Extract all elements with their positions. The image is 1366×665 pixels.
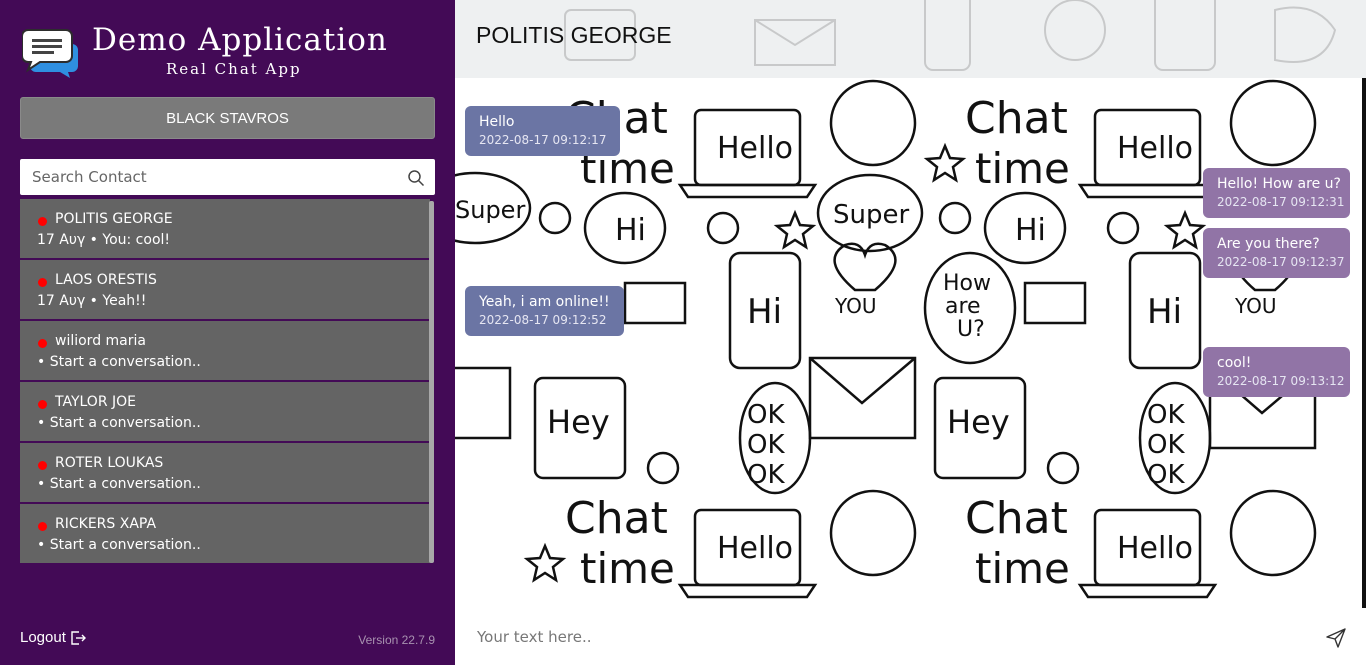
message-composer bbox=[455, 608, 1366, 665]
message-text: Are you there? bbox=[1217, 236, 1320, 252]
svg-text:Hello: Hello bbox=[717, 131, 793, 166]
message-text: Hello! How are u? bbox=[1217, 176, 1341, 192]
sidebar: Demo Application Real Chat App BLACK STA… bbox=[0, 0, 455, 665]
contact-name: LAOS ORESTIS bbox=[55, 272, 157, 288]
search-icon[interactable] bbox=[407, 169, 425, 187]
send-icon[interactable] bbox=[1326, 628, 1346, 648]
svg-text:time: time bbox=[580, 544, 675, 593]
svg-text:YOU: YOU bbox=[834, 294, 877, 318]
chat-title: POLITIS GEORGE bbox=[476, 22, 672, 48]
svg-text:Hi: Hi bbox=[1015, 213, 1046, 248]
contact-item-laos-orestis[interactable]: LAOS ORESTIS 17 Αυγ • Yeah!! bbox=[20, 260, 430, 319]
chat-scroll-edge bbox=[1362, 78, 1366, 608]
svg-text:time: time bbox=[975, 144, 1070, 193]
status-dot bbox=[38, 400, 47, 409]
search-input[interactable] bbox=[20, 159, 395, 195]
doodle-background: Chat time Chat time Chat time Chat time … bbox=[455, 79, 1317, 599]
svg-text:How: How bbox=[943, 271, 991, 296]
message-bubble-outgoing: Are you there? 2022-08-17 09:12:37 bbox=[1203, 228, 1350, 278]
contact-item-rickers-xapa[interactable]: RICKERS XAPA • Start a conversation.. bbox=[20, 504, 430, 563]
contact-last-message: • Start a conversation.. bbox=[37, 415, 201, 431]
svg-text:Hey: Hey bbox=[947, 403, 1010, 441]
contact-name: wiliord maria bbox=[55, 333, 146, 349]
version-label: Version 22.7.9 bbox=[358, 633, 435, 647]
search-box bbox=[20, 159, 435, 195]
current-user-button[interactable]: BLACK STAVROS bbox=[20, 97, 435, 139]
status-dot bbox=[38, 339, 47, 348]
contact-item-taylor-joe[interactable]: TAYLOR JOE • Start a conversation.. bbox=[20, 382, 430, 441]
message-bubble-incoming: Hello 2022-08-17 09:12:17 bbox=[465, 106, 621, 156]
logout-icon bbox=[71, 630, 86, 645]
contact-name: POLITIS GEORGE bbox=[55, 211, 173, 227]
svg-text:Chat: Chat bbox=[565, 493, 668, 544]
message-text: Yeah, i am online!! bbox=[479, 294, 610, 310]
logout-button[interactable]: Logout bbox=[20, 629, 87, 646]
svg-text:OK: OK bbox=[747, 460, 785, 490]
svg-text:OK: OK bbox=[1147, 430, 1185, 460]
svg-text:Super: Super bbox=[833, 200, 909, 230]
svg-text:Hi: Hi bbox=[1147, 292, 1182, 332]
svg-text:Hi: Hi bbox=[615, 213, 646, 248]
message-time: 2022-08-17 09:12:17 bbox=[479, 133, 607, 147]
svg-text:Chat: Chat bbox=[965, 93, 1068, 144]
status-dot bbox=[38, 217, 47, 226]
contact-last-message: • Start a conversation.. bbox=[37, 537, 201, 553]
message-text: Hello bbox=[479, 114, 515, 130]
logout-label: Logout bbox=[20, 629, 66, 646]
contact-item-politis-george[interactable]: POLITIS GEORGE 17 Αυγ • You: cool! bbox=[20, 199, 430, 258]
message-time: 2022-08-17 09:12:52 bbox=[479, 313, 607, 327]
app-subtitle: Real Chat App bbox=[166, 60, 302, 78]
svg-text:OK: OK bbox=[1147, 400, 1185, 430]
status-dot bbox=[38, 278, 47, 287]
contact-name: RICKERS XAPA bbox=[55, 516, 157, 532]
svg-text:OK: OK bbox=[747, 400, 785, 430]
message-bubble-outgoing: Hello! How are u? 2022-08-17 09:12:31 bbox=[1203, 168, 1350, 218]
status-dot bbox=[38, 461, 47, 470]
message-time: 2022-08-17 09:12:31 bbox=[1217, 195, 1345, 209]
contact-name: ROTER LOUKAS bbox=[55, 455, 164, 471]
contact-last-message: 17 Αυγ • You: cool! bbox=[37, 232, 171, 248]
svg-text:Hello: Hello bbox=[1117, 531, 1193, 566]
svg-text:Hello: Hello bbox=[717, 531, 793, 566]
contact-last-message: • Start a conversation.. bbox=[37, 354, 201, 370]
chat-header: POLITIS GEORGE bbox=[455, 0, 1366, 78]
contact-name: TAYLOR JOE bbox=[55, 394, 136, 410]
svg-text:Hi: Hi bbox=[747, 292, 782, 332]
svg-text:time: time bbox=[975, 544, 1070, 593]
app-title: Demo Application bbox=[92, 22, 388, 58]
contact-list: POLITIS GEORGE 17 Αυγ • You: cool! LAOS … bbox=[20, 199, 435, 565]
message-time: 2022-08-17 09:13:12 bbox=[1217, 374, 1345, 388]
message-input[interactable] bbox=[455, 608, 1315, 665]
contact-list-scrollbar[interactable] bbox=[429, 201, 434, 563]
contact-last-message: • Start a conversation.. bbox=[37, 476, 201, 492]
svg-text:U?: U? bbox=[957, 317, 985, 342]
chat-bubbles-icon bbox=[22, 29, 78, 78]
chat-messages: Chat time Chat time Chat time Chat time … bbox=[455, 78, 1362, 608]
contact-item-roter-loukas[interactable]: ROTER LOUKAS • Start a conversation.. bbox=[20, 443, 430, 502]
svg-text:Chat: Chat bbox=[965, 493, 1068, 544]
svg-text:Hey: Hey bbox=[547, 403, 610, 441]
contact-item-wiliord-maria[interactable]: wiliord maria • Start a conversation.. bbox=[20, 321, 430, 380]
contact-last-message: 17 Αυγ • Yeah!! bbox=[37, 293, 147, 309]
svg-text:Super: Super bbox=[455, 196, 525, 224]
message-bubble-outgoing: cool! 2022-08-17 09:13:12 bbox=[1203, 347, 1350, 397]
svg-text:are: are bbox=[945, 294, 981, 319]
message-text: cool! bbox=[1217, 355, 1252, 371]
svg-text:OK: OK bbox=[747, 430, 785, 460]
status-dot bbox=[38, 522, 47, 531]
message-time: 2022-08-17 09:12:37 bbox=[1217, 255, 1345, 269]
svg-text:YOU: YOU bbox=[1234, 294, 1277, 318]
svg-text:OK: OK bbox=[1147, 460, 1185, 490]
svg-text:Hello: Hello bbox=[1117, 131, 1193, 166]
message-bubble-incoming: Yeah, i am online!! 2022-08-17 09:12:52 bbox=[465, 286, 624, 336]
